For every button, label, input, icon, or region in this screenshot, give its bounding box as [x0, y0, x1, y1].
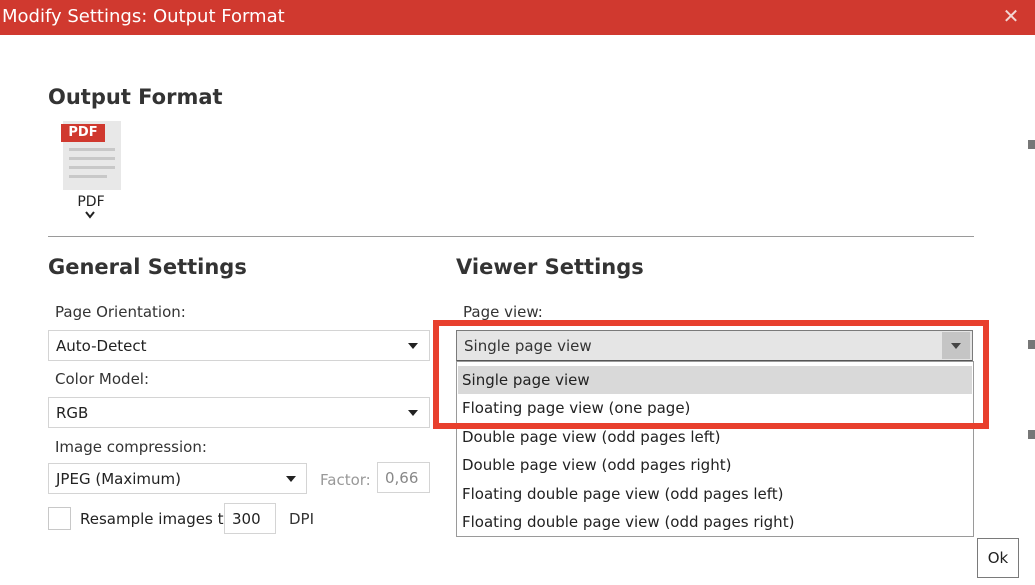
page-view-select[interactable]: Single page view — [456, 330, 973, 362]
format-label[interactable]: PDF — [66, 194, 116, 210]
page-view-option-double-right[interactable]: Double page view (odd pages right) — [458, 451, 972, 479]
dropdown-arrow-icon — [408, 410, 418, 416]
page-view-option-floating-one[interactable]: Floating page view (one page) — [458, 394, 972, 422]
factor-input[interactable]: 0,66 — [377, 462, 430, 493]
color-model-value: RGB — [56, 404, 89, 422]
pdf-badge: PDF — [61, 124, 105, 142]
color-model-select[interactable]: RGB — [48, 397, 430, 428]
dropdown-arrow-icon — [408, 343, 418, 349]
right-edge-scroll — [1021, 35, 1035, 585]
page-orientation-label: Page Orientation: — [55, 303, 186, 321]
edge-mark — [1028, 430, 1035, 439]
section-divider — [48, 236, 974, 237]
chevron-down-icon[interactable] — [84, 209, 96, 221]
image-compression-label: Image compression: — [55, 438, 207, 456]
document-line — [69, 148, 115, 151]
document-line — [69, 157, 115, 160]
page-view-option-double-left[interactable]: Double page view (odd pages left) — [458, 423, 972, 451]
pdf-format-icon[interactable]: PDF — [61, 121, 121, 190]
page-orientation-value: Auto-Detect — [56, 337, 147, 355]
resample-label: Resample images to — [80, 510, 233, 528]
page-orientation-select[interactable]: Auto-Detect — [48, 330, 430, 361]
edge-mark — [1028, 340, 1035, 349]
close-icon[interactable]: ✕ — [1000, 3, 1022, 29]
document-line — [69, 175, 107, 178]
output-format-heading: Output Format — [48, 85, 223, 109]
title-bar: Modify Settings: Output Format ✕ — [0, 0, 1035, 35]
ok-button[interactable]: Ok — [977, 538, 1019, 578]
page-view-option-floating-double-right[interactable]: Floating double page view (odd pages rig… — [458, 508, 972, 536]
color-model-label: Color Model: — [55, 370, 150, 388]
general-settings-heading: General Settings — [48, 255, 247, 279]
factor-label: Factor: — [320, 471, 371, 489]
page-view-option-single[interactable]: Single page view — [458, 366, 972, 394]
window-title: Modify Settings: Output Format — [2, 6, 285, 27]
resample-dpi-input[interactable]: 300 — [224, 503, 276, 534]
dropdown-arrow-icon — [286, 476, 296, 482]
page-view-dropdown-button[interactable] — [942, 332, 970, 359]
viewer-settings-heading: Viewer Settings — [456, 255, 644, 279]
dpi-unit-label: DPI — [289, 510, 315, 528]
page-view-option-floating-double-left[interactable]: Floating double page view (odd pages lef… — [458, 480, 972, 508]
document-line — [69, 166, 115, 169]
image-compression-select[interactable]: JPEG (Maximum) — [48, 463, 307, 494]
edge-mark — [1028, 140, 1035, 149]
dropdown-arrow-icon — [951, 343, 961, 349]
page-view-label: Page view: — [463, 303, 543, 321]
page-view-value: Single page view — [464, 337, 592, 355]
resample-checkbox[interactable] — [48, 507, 71, 530]
page-view-options-list: Single page view Floating page view (one… — [456, 361, 974, 537]
image-compression-value: JPEG (Maximum) — [56, 470, 181, 488]
